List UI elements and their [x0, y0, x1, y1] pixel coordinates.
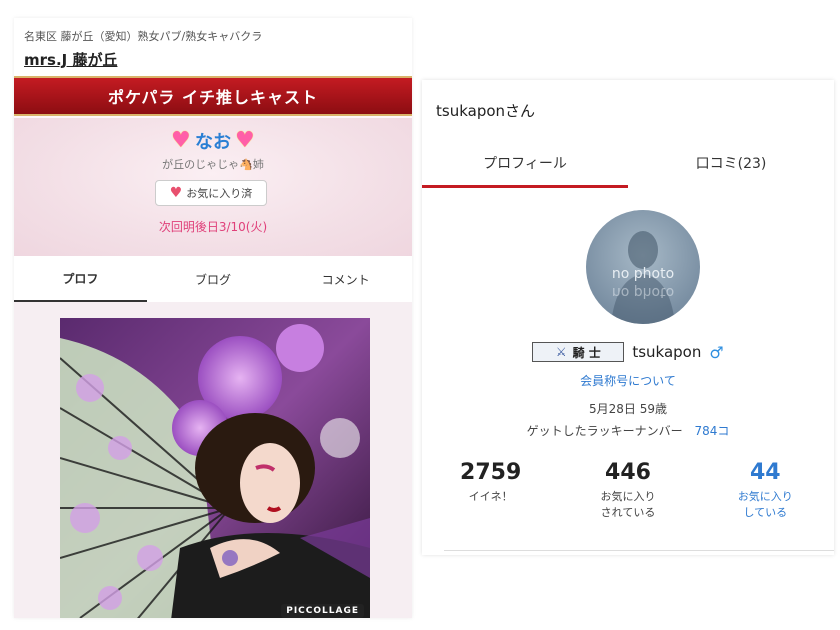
favorite-button[interactable]: ♥ お気に入り済 — [155, 180, 267, 206]
recommend-banner: ポケパラ イチ推しキャスト — [14, 76, 412, 116]
tab-reviews[interactable]: 口コミ(23) — [628, 138, 834, 188]
favorite-button-label: お気に入り済 — [186, 187, 253, 200]
page-title: tsukaponさん — [436, 102, 536, 120]
cast-catchphrase: が丘のじゃじゃ🐴姉 — [162, 158, 264, 171]
cast-photo-image — [60, 318, 370, 618]
stat-favoriting-label[interactable]: お気に入り している — [697, 489, 834, 521]
heart-icon: ♥ — [169, 185, 183, 201]
cast-name-row: なお — [14, 128, 412, 154]
stats-row: 2759 イイネ！ 446 お気に入り されている 44 お気に入り している — [422, 460, 834, 530]
cast-tabs: プロフ ブログ コメント — [14, 256, 412, 302]
stat-favorited: 446 お気に入り されている — [559, 460, 696, 530]
photo-area: PICCOLLAGE — [14, 302, 412, 618]
lucky-number-value[interactable]: 784コ — [694, 424, 729, 438]
cast-info: なお が丘のじゃじゃ🐴姉 ♥ お気に入り済 次回明後日3/10(火) — [14, 118, 412, 258]
stat-favorited-label: お気に入り されている — [600, 490, 656, 519]
member-title-link[interactable]: 会員称号について — [422, 372, 834, 389]
next-shift-date: 次回明後日3/10(火) — [158, 220, 268, 234]
crossed-swords-icon: ⚔ — [555, 345, 567, 359]
tab-blog[interactable]: ブログ — [147, 256, 280, 302]
no-photo-text: no photo — [611, 266, 675, 282]
stat-favoriting[interactable]: 44 お気に入り している — [697, 460, 834, 530]
lucky-number-row: ゲットしたラッキーナンバー 784コ — [422, 422, 834, 439]
stat-favoriting-count[interactable]: 44 — [697, 460, 834, 485]
divider — [444, 550, 834, 551]
no-photo-reflection: no photo — [611, 284, 675, 300]
rank-row: ⚔ 騎 士 tsukapon ♂ — [422, 342, 834, 362]
stat-likes-label: イイネ！ — [468, 490, 513, 503]
stat-favorited-count: 446 — [605, 460, 651, 485]
stat-likes: 2759 イイネ！ — [422, 460, 559, 530]
cast-profile-panel: 名東区 藤が丘（愛知）熟女パブ/熟女キャバクラ mrs.J 藤が丘 ポケパラ イ… — [14, 18, 412, 618]
male-icon: ♂ — [709, 342, 724, 362]
shop-name-link[interactable]: mrs.J 藤が丘 — [24, 49, 117, 70]
username: tsukapon — [632, 343, 702, 361]
lucky-number-label: ゲットしたラッキーナンバー — [526, 424, 683, 438]
user-tabs: プロフィール 口コミ(23) — [422, 138, 834, 188]
cast-photo[interactable]: PICCOLLAGE — [60, 318, 370, 618]
tab-profile[interactable]: プロフ — [14, 256, 147, 302]
avatar: no photo no photo — [586, 210, 700, 324]
shop-category: 名東区 藤が丘（愛知）熟女パブ/熟女キャバクラ — [24, 30, 263, 43]
tab-comment[interactable]: コメント — [279, 256, 412, 302]
cast-name: なお — [195, 132, 231, 153]
shop-header: 名東区 藤が丘（愛知）熟女パブ/熟女キャバクラ mrs.J 藤が丘 — [14, 18, 412, 76]
rank-label: 騎 士 — [572, 345, 601, 360]
user-profile-panel: tsukaponさん プロフィール 口コミ(23) no photo no ph… — [422, 80, 834, 555]
rank-badge: ⚔ 騎 士 — [532, 342, 625, 362]
heart-icon — [171, 128, 191, 153]
birthday-age: 5月28日 59歳 — [589, 402, 667, 416]
heart-icon — [235, 128, 255, 153]
tab-profile[interactable]: プロフィール — [422, 138, 628, 188]
stat-likes-count: 2759 — [460, 460, 522, 485]
photo-watermark: PICCOLLAGE — [281, 604, 364, 618]
